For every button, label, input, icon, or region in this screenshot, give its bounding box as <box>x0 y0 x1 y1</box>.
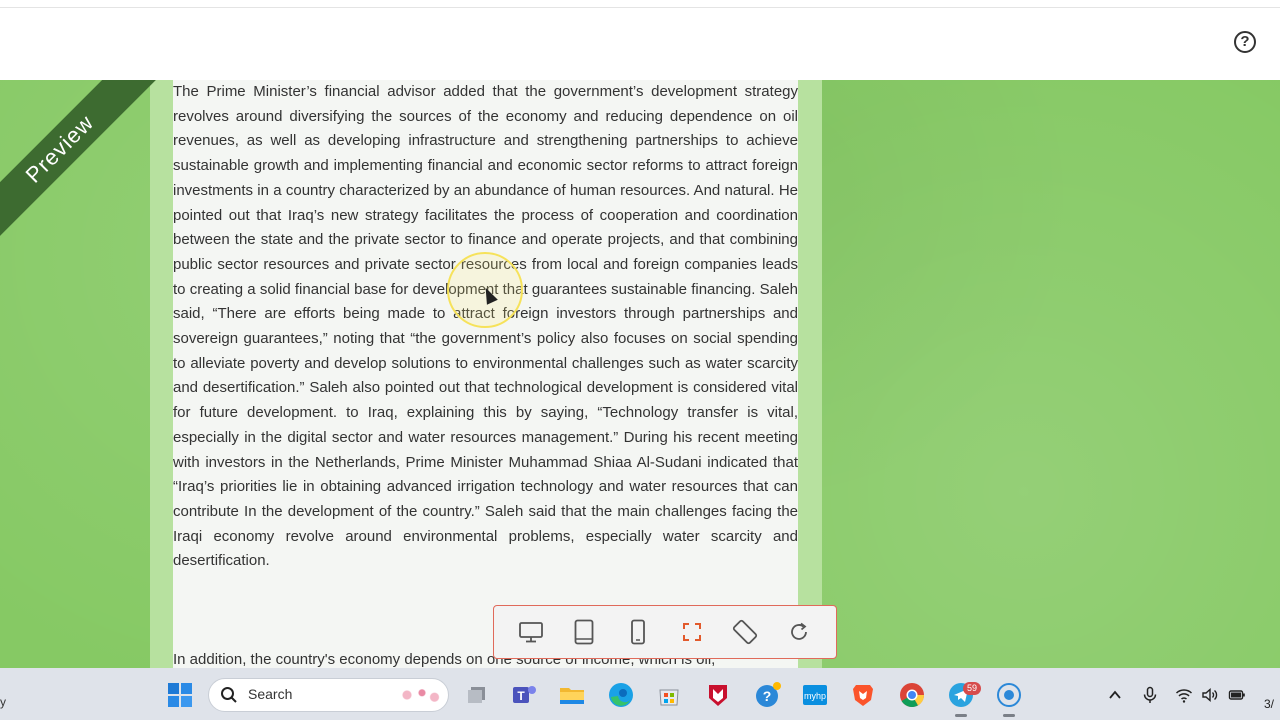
brave-icon[interactable] <box>848 680 878 710</box>
svg-text:?: ? <box>763 688 772 704</box>
search-label: Search <box>248 686 293 702</box>
question-circle-icon[interactable]: ? <box>1234 31 1256 53</box>
editor-header: ? <box>0 0 1280 80</box>
clock-date-clip: 3/ <box>1264 697 1275 711</box>
refresh-icon <box>791 622 808 640</box>
preview-page: The Prime Minister’s financial advisor a… <box>173 80 798 668</box>
rotate-icon <box>733 619 758 645</box>
fullscreen-icon <box>682 623 701 641</box>
edge-icon[interactable] <box>606 680 636 710</box>
task-view-icon[interactable] <box>462 680 492 710</box>
mobile-view-button[interactable] <box>621 615 655 649</box>
tablet-icon <box>575 619 594 645</box>
help-icon[interactable]: ? <box>752 680 782 710</box>
windows-start-icon[interactable] <box>167 682 193 708</box>
mobile-icon <box>631 619 646 645</box>
myhp-icon[interactable]: myhp <box>800 680 830 710</box>
svg-text:T: T <box>517 689 525 703</box>
rotate-button[interactable] <box>728 615 762 649</box>
chevron-up-icon[interactable] <box>1106 686 1124 704</box>
fullscreen-button[interactable] <box>675 615 709 649</box>
taskbar-left-clip: y <box>0 695 6 709</box>
refresh-button[interactable] <box>782 615 816 649</box>
microphone-icon[interactable] <box>1141 686 1159 704</box>
search-highlight-icon <box>392 684 442 706</box>
mcafee-icon[interactable] <box>703 680 733 710</box>
preview-canvas: The Prime Minister’s financial advisor a… <box>0 80 1280 668</box>
teams-icon[interactable]: T <box>509 680 539 710</box>
folder-icon[interactable] <box>557 680 587 710</box>
volume-icon[interactable] <box>1201 686 1219 704</box>
desktop-icon <box>518 622 543 643</box>
tablet-view-button[interactable] <box>567 615 601 649</box>
device-toolbar <box>493 605 837 659</box>
wifi-icon[interactable] <box>1175 686 1193 704</box>
telegram-badge: 59 <box>963 682 981 695</box>
record-icon[interactable] <box>994 680 1024 717</box>
desktop-view-button[interactable] <box>514 615 548 649</box>
battery-icon[interactable] <box>1228 686 1246 704</box>
store-icon[interactable] <box>654 680 684 710</box>
chrome-icon[interactable] <box>897 680 927 710</box>
svg-text:myhp: myhp <box>804 691 826 701</box>
search-icon <box>221 687 237 703</box>
header-divider <box>0 7 1280 8</box>
